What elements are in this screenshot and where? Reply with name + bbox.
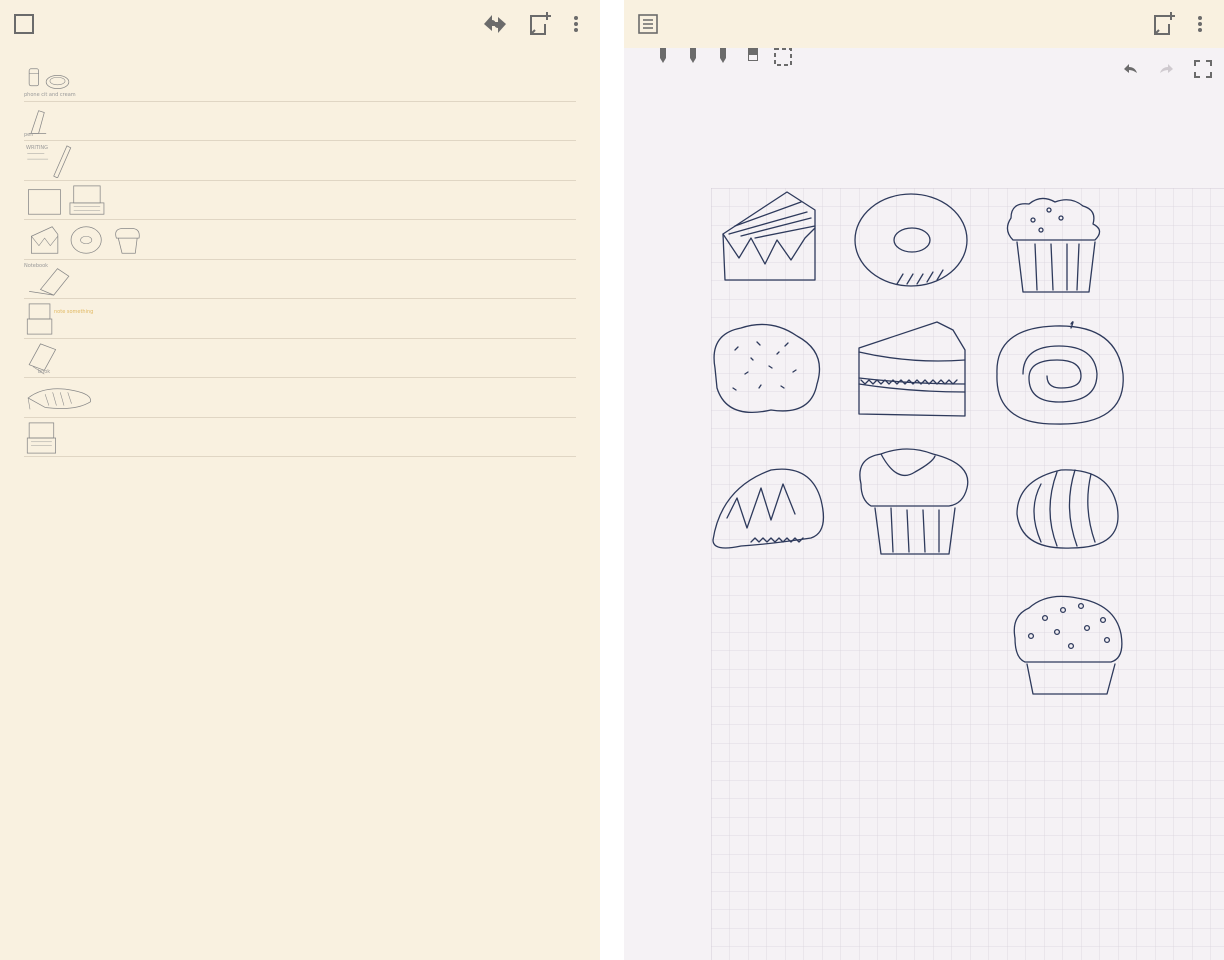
- undo-icon[interactable]: [1119, 58, 1143, 80]
- editor-toolbar: [624, 0, 1224, 48]
- pen-brush-icon[interactable]: [708, 48, 738, 70]
- note-caption: pen: [24, 131, 34, 138]
- fullscreen-icon[interactable]: [1191, 58, 1215, 80]
- pen-fine-icon[interactable]: [648, 48, 678, 70]
- new-note-icon[interactable]: [1150, 10, 1178, 38]
- note-caption: note something: [54, 309, 94, 315]
- note-item[interactable]: WRITING: [24, 141, 576, 181]
- note-item[interactable]: book: [24, 339, 576, 378]
- note-thumbnail: [31, 226, 140, 254]
- more-options-icon[interactable]: [568, 12, 584, 36]
- note-thumbnail: [26, 422, 56, 453]
- note-editor-pane: [624, 0, 1224, 960]
- note-item[interactable]: note something: [24, 299, 576, 339]
- new-note-icon[interactable]: [526, 10, 554, 38]
- selection-icon[interactable]: [768, 48, 798, 70]
- note-caption: phone cit and cream: [24, 92, 76, 98]
- redo-icon[interactable]: [1154, 58, 1178, 80]
- pane-divider: [600, 0, 624, 960]
- note-caption: book: [38, 368, 51, 375]
- note-thumbnail: [26, 303, 53, 335]
- drawing-canvas[interactable]: [711, 188, 1224, 960]
- note-thumbnail: [28, 185, 105, 215]
- note-caption: WRITING: [26, 145, 49, 151]
- note-item[interactable]: phone cit and cream: [24, 62, 576, 102]
- note-item[interactable]: [24, 418, 576, 457]
- notes-list-pane: phone cit and cream pen WRITING Notebook…: [0, 0, 600, 960]
- note-thumbnail: [27, 388, 91, 410]
- eraser-icon[interactable]: [738, 48, 768, 70]
- pen-tool-bar: [648, 48, 798, 70]
- note-item[interactable]: [24, 378, 576, 418]
- more-options-icon[interactable]: [1192, 12, 1208, 36]
- note-item[interactable]: [24, 181, 576, 220]
- notes-list-toolbar: [0, 0, 600, 48]
- note-item[interactable]: [24, 220, 576, 260]
- note-item[interactable]: Notebook: [24, 260, 576, 299]
- select-checkbox-icon[interactable]: [12, 12, 36, 36]
- note-item[interactable]: pen: [24, 102, 576, 141]
- notes-list: phone cit and cream pen WRITING Notebook…: [24, 62, 576, 457]
- note-caption: Notebook: [24, 262, 49, 269]
- note-list-icon[interactable]: [636, 12, 660, 36]
- sync-icon[interactable]: [480, 10, 510, 38]
- pen-medium-icon[interactable]: [678, 48, 708, 70]
